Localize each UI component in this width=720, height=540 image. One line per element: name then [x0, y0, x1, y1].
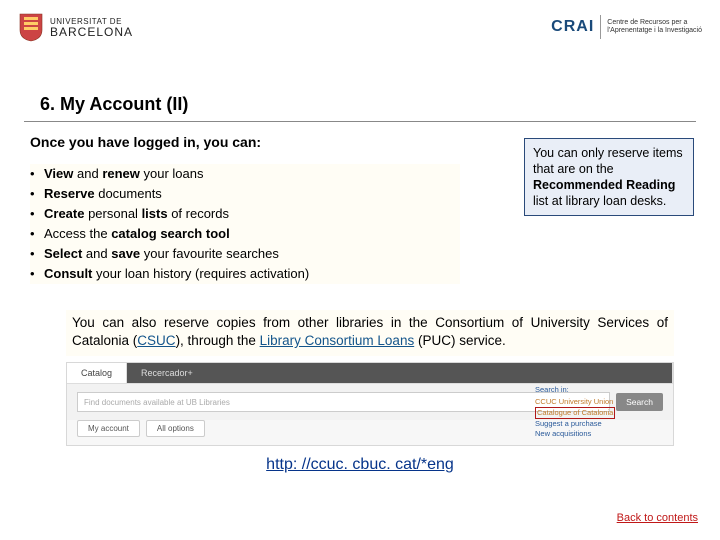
library-consortium-loans-link[interactable]: Library Consortium Loans: [260, 333, 415, 348]
crai-logo: CRAI Centre de Recursos per a l'Aprenent…: [551, 15, 702, 39]
header: UNIVERSITAT DE BARCELONA CRAI Centre de …: [0, 0, 720, 50]
bullet-text: Select and save your favourite searches: [44, 244, 279, 264]
bullet-text: Reserve documents: [44, 184, 162, 204]
ub-logo: UNIVERSITAT DE BARCELONA: [18, 12, 133, 42]
crai-desc-1: Centre de Recursos per a: [607, 19, 702, 27]
bullet-text: Access the catalog search tool: [44, 224, 230, 244]
tab-catalog[interactable]: Catalog: [67, 363, 127, 384]
bullet-text: Consult your loan history (requires acti…: [44, 264, 309, 284]
crai-desc-2: l'Aprenentatge i la Investigació: [607, 27, 702, 35]
search-input[interactable]: Find documents available at UB Libraries: [77, 392, 610, 412]
bullet-dot-icon: •: [30, 204, 44, 224]
para-t3: (PUC) service.: [414, 333, 506, 348]
csuc-link[interactable]: CSUC: [137, 333, 175, 348]
bullet-item: •Create personal lists of records: [30, 204, 452, 224]
bullet-text: Create personal lists of records: [44, 204, 229, 224]
back-to-contents-link[interactable]: Back to contents: [617, 512, 698, 524]
separator: [600, 15, 601, 39]
all-options-button[interactable]: All options: [146, 420, 205, 437]
ccuc-url-link[interactable]: http: //ccuc. cbuc. cat/*eng: [266, 456, 454, 473]
bullet-item: •Select and save your favourite searches: [30, 244, 452, 264]
bullet-list: •View and renew your loans•Reserve docum…: [30, 164, 460, 284]
bullet-dot-icon: •: [30, 264, 44, 284]
bullet-dot-icon: •: [30, 244, 44, 264]
crai-text: CRAI: [551, 18, 594, 36]
bullet-dot-icon: •: [30, 224, 44, 244]
ccuc-url-row: http: //ccuc. cbuc. cat/*eng: [0, 456, 720, 474]
right-item-highlight[interactable]: Catalogue of Catalonia: [535, 407, 615, 419]
bullet-item: •Access the catalog search tool: [30, 224, 452, 244]
bullet-item: •View and renew your loans: [30, 164, 452, 184]
right-item-3[interactable]: New acquisitions: [535, 429, 665, 439]
ub-shield-icon: [18, 12, 44, 42]
tab-recercador[interactable]: Recercador+: [127, 363, 673, 384]
bullet-text: View and renew your loans: [44, 164, 203, 184]
right-item-2[interactable]: Suggest a purchase: [535, 419, 665, 429]
para-t2: ), through the: [176, 333, 260, 348]
bullet-item: •Consult your loan history (requires act…: [30, 264, 452, 284]
reserve-note-box: You can only reserve items that are on t…: [524, 138, 694, 216]
consortium-paragraph: You can also reserve copies from other l…: [66, 310, 674, 356]
ub-logo-bottom: BARCELONA: [50, 27, 133, 38]
my-account-button[interactable]: My account: [77, 420, 140, 437]
slide-title: 6. My Account (II): [40, 94, 720, 115]
title-rule: [24, 121, 696, 122]
bullet-dot-icon: •: [30, 164, 44, 184]
right-item-0[interactable]: CCUC University Union: [535, 397, 665, 407]
catalog-widget: Catalog Recercador+ Find documents avail…: [66, 362, 674, 446]
search-in-panel: Search in: CCUC University Union Catalog…: [535, 385, 665, 439]
bullet-item: •Reserve documents: [30, 184, 452, 204]
search-in-header: Search in:: [535, 385, 665, 395]
note-bold: Recommended Reading: [533, 178, 675, 192]
note-text-1: You can only reserve items that are on t…: [533, 146, 683, 176]
note-text-2: list at library loan desks.: [533, 194, 666, 208]
bullet-dot-icon: •: [30, 184, 44, 204]
